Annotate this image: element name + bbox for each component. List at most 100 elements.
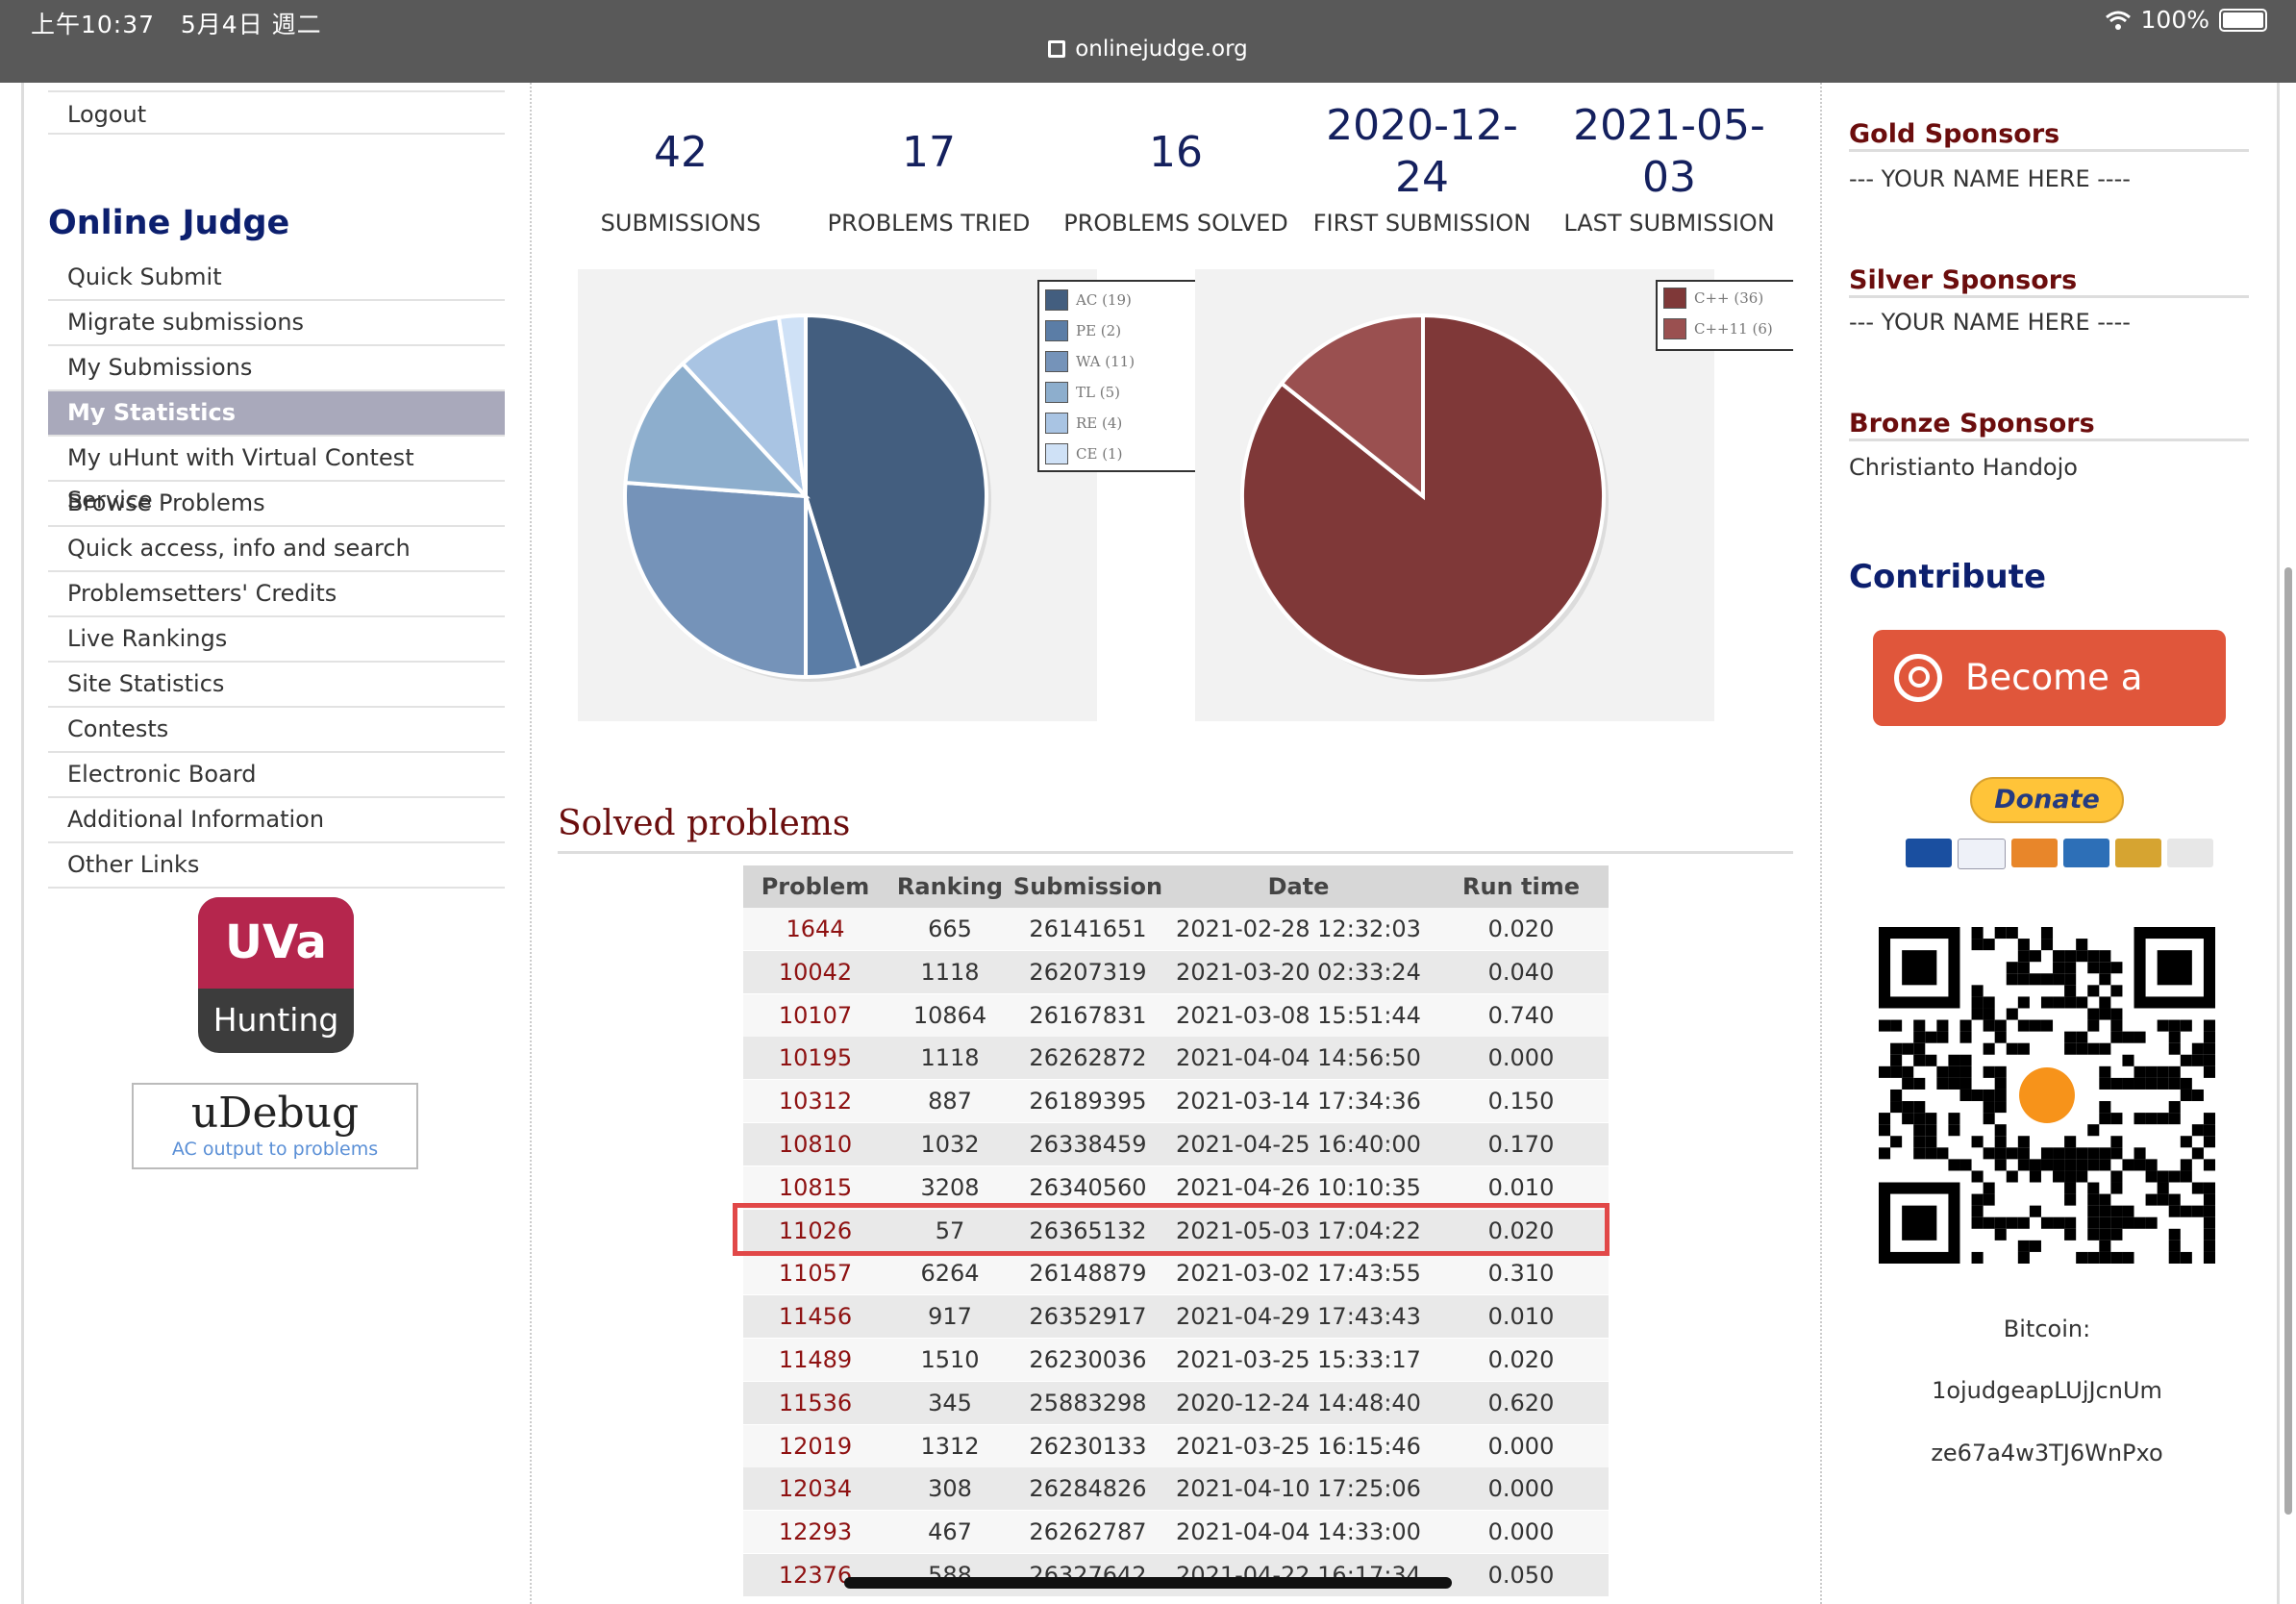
stat-value: 2020-12- (1326, 101, 1518, 150)
qr-module (2168, 1042, 2181, 1055)
table-cell: 0.150 (1487, 1088, 1555, 1115)
problem-link[interactable]: 10810 (743, 1123, 887, 1165)
table-cell: 0.020 (1487, 915, 1555, 942)
legend-label: C++ (36) (1694, 289, 1764, 307)
sidebar-item-my-submissions[interactable]: My Submissions (48, 346, 505, 391)
problem-link[interactable]: 12034 (743, 1467, 887, 1510)
column-header[interactable]: Date (1163, 865, 1434, 908)
problem-link[interactable]: 10042 (743, 951, 887, 993)
scrollbar[interactable] (2284, 567, 2292, 1515)
table-header: Problem Ranking Submission Date Run time (743, 865, 1609, 908)
sidebar-item-quick-submit[interactable]: Quick Submit (48, 256, 505, 301)
column-header[interactable]: Run time (1434, 865, 1609, 908)
problem-link[interactable]: 10195 (743, 1037, 887, 1079)
contribute-title: Contribute (1849, 558, 2047, 596)
qr-module (2099, 1159, 2111, 1171)
qr-module (2064, 962, 2077, 974)
address-bar[interactable]: onlinejudge.org (0, 37, 2296, 62)
column-header[interactable]: Ranking (887, 865, 1012, 908)
qr-module (1936, 1077, 1949, 1090)
patreon-icon (1894, 654, 1942, 702)
legend-swatch (1045, 289, 1068, 311)
qr-module (2180, 1054, 2192, 1066)
table-cell: 26262872 (1029, 1044, 1147, 1072)
section-divider (1849, 439, 2249, 441)
problem-link[interactable]: 11489 (743, 1339, 887, 1381)
qr-module (2064, 950, 2077, 963)
uva-hunting-logo[interactable]: UVa Hunting (198, 897, 354, 1053)
sidebar-item-electronic-board[interactable]: Electronic Board (48, 753, 505, 798)
qr-module (1994, 1065, 2007, 1078)
sidebar-item-problemsetters-credits[interactable]: Problemsetters' Credits (48, 572, 505, 617)
qr-module (2087, 1147, 2100, 1160)
table-cell: 887 (928, 1088, 972, 1115)
column-header[interactable]: Problem (743, 865, 887, 908)
qr-module (2053, 1159, 2065, 1171)
sidebar-item-my-statistics[interactable]: My Statistics (48, 391, 505, 437)
qr-module (2087, 1193, 2100, 1206)
udebug-logo[interactable]: uDebug AC output to problems (132, 1083, 418, 1169)
qr-module (2157, 1077, 2169, 1090)
problem-link[interactable]: 10312 (743, 1080, 887, 1122)
table-cell: 308 (928, 1475, 972, 1503)
qr-module (2110, 1170, 2123, 1183)
status-time: 上午10:37 5月4日 週二 (31, 11, 322, 38)
home-indicator[interactable] (844, 1577, 1452, 1589)
qr-module (1983, 939, 1995, 951)
qr-module (1913, 1031, 1926, 1043)
qr-module (1913, 1101, 1926, 1114)
sidebar-item-migrate-submissions[interactable]: Migrate submissions (48, 301, 505, 346)
problem-link[interactable]: 11536 (743, 1382, 887, 1424)
table-cell: 2021-03-02 17:43:55 (1176, 1260, 1421, 1288)
sidebar-item-other-links[interactable]: Other Links (48, 843, 505, 889)
sidebar-item-live-rankings[interactable]: Live Rankings (48, 617, 505, 663)
table-cell: 26352917 (1029, 1303, 1147, 1331)
stat-label: LAST SUBMISSION (1563, 210, 1775, 237)
qr-module (2087, 1205, 2100, 1217)
qr-module (1971, 1136, 1984, 1148)
qr-module (2006, 973, 2018, 986)
sidebar-item-quick-access-info-and-search[interactable]: Quick access, info and search (48, 527, 505, 572)
qr-module (2076, 950, 2088, 963)
problem-link[interactable]: 12376 (743, 1554, 887, 1596)
qr-module (2053, 1147, 2065, 1160)
sidebar-item-site-statistics[interactable]: Site Statistics (48, 663, 505, 708)
problem-link[interactable]: 12019 (743, 1425, 887, 1467)
legend-swatch (1045, 382, 1068, 403)
qr-module (1971, 927, 1984, 940)
qr-module (2168, 1113, 2181, 1125)
problem-link[interactable]: 12293 (743, 1511, 887, 1553)
qr-module (2180, 1136, 2192, 1148)
table-cell: 2021-03-25 16:15:46 (1176, 1432, 1421, 1460)
table-cell: 26327642 (1029, 1562, 1147, 1589)
problem-link[interactable]: 1644 (743, 908, 887, 950)
qr-module (2134, 1159, 2146, 1171)
qr-module (2006, 1147, 2018, 1160)
sidebar-item-contests[interactable]: Contests (48, 708, 505, 753)
qr-module (1983, 1147, 1995, 1160)
sidebar-item-browse-problems[interactable]: Browse Problems (48, 482, 505, 527)
qr-module (2122, 1251, 2134, 1264)
become-patron-button[interactable]: Become a patron (1873, 630, 2226, 794)
stat-label: PROBLEMS TRIED (827, 210, 1031, 237)
qr-module (2064, 1216, 2077, 1229)
problem-link[interactable]: 11057 (743, 1252, 887, 1294)
mastercard-icon (2011, 839, 2058, 867)
qr-module (2110, 1205, 2123, 1217)
column-header[interactable]: Submission (1012, 865, 1163, 908)
qr-module (2040, 973, 2054, 986)
table-cell: 2021-04-04 14:56:50 (1176, 1044, 1421, 1072)
qr-module (1994, 1136, 2007, 1148)
problem-link[interactable]: 10107 (743, 994, 887, 1037)
logout-link[interactable]: Logout (48, 90, 505, 135)
qr-module (2157, 1113, 2169, 1125)
donate-button[interactable]: Donate (1970, 777, 2124, 823)
sidebar-item-my-uhunt-with-virtual-contest-service[interactable]: My uHunt with Virtual Contest Service (48, 437, 505, 514)
table-cell: 1118 (920, 958, 980, 986)
sidebar-item-additional-information[interactable]: Additional Information (48, 798, 505, 843)
qr-module (2087, 1159, 2100, 1171)
legend-label: CE (1) (1076, 445, 1123, 463)
problem-link[interactable]: 11456 (743, 1295, 887, 1338)
qr-module (2180, 1159, 2192, 1171)
section-divider (558, 851, 1793, 854)
